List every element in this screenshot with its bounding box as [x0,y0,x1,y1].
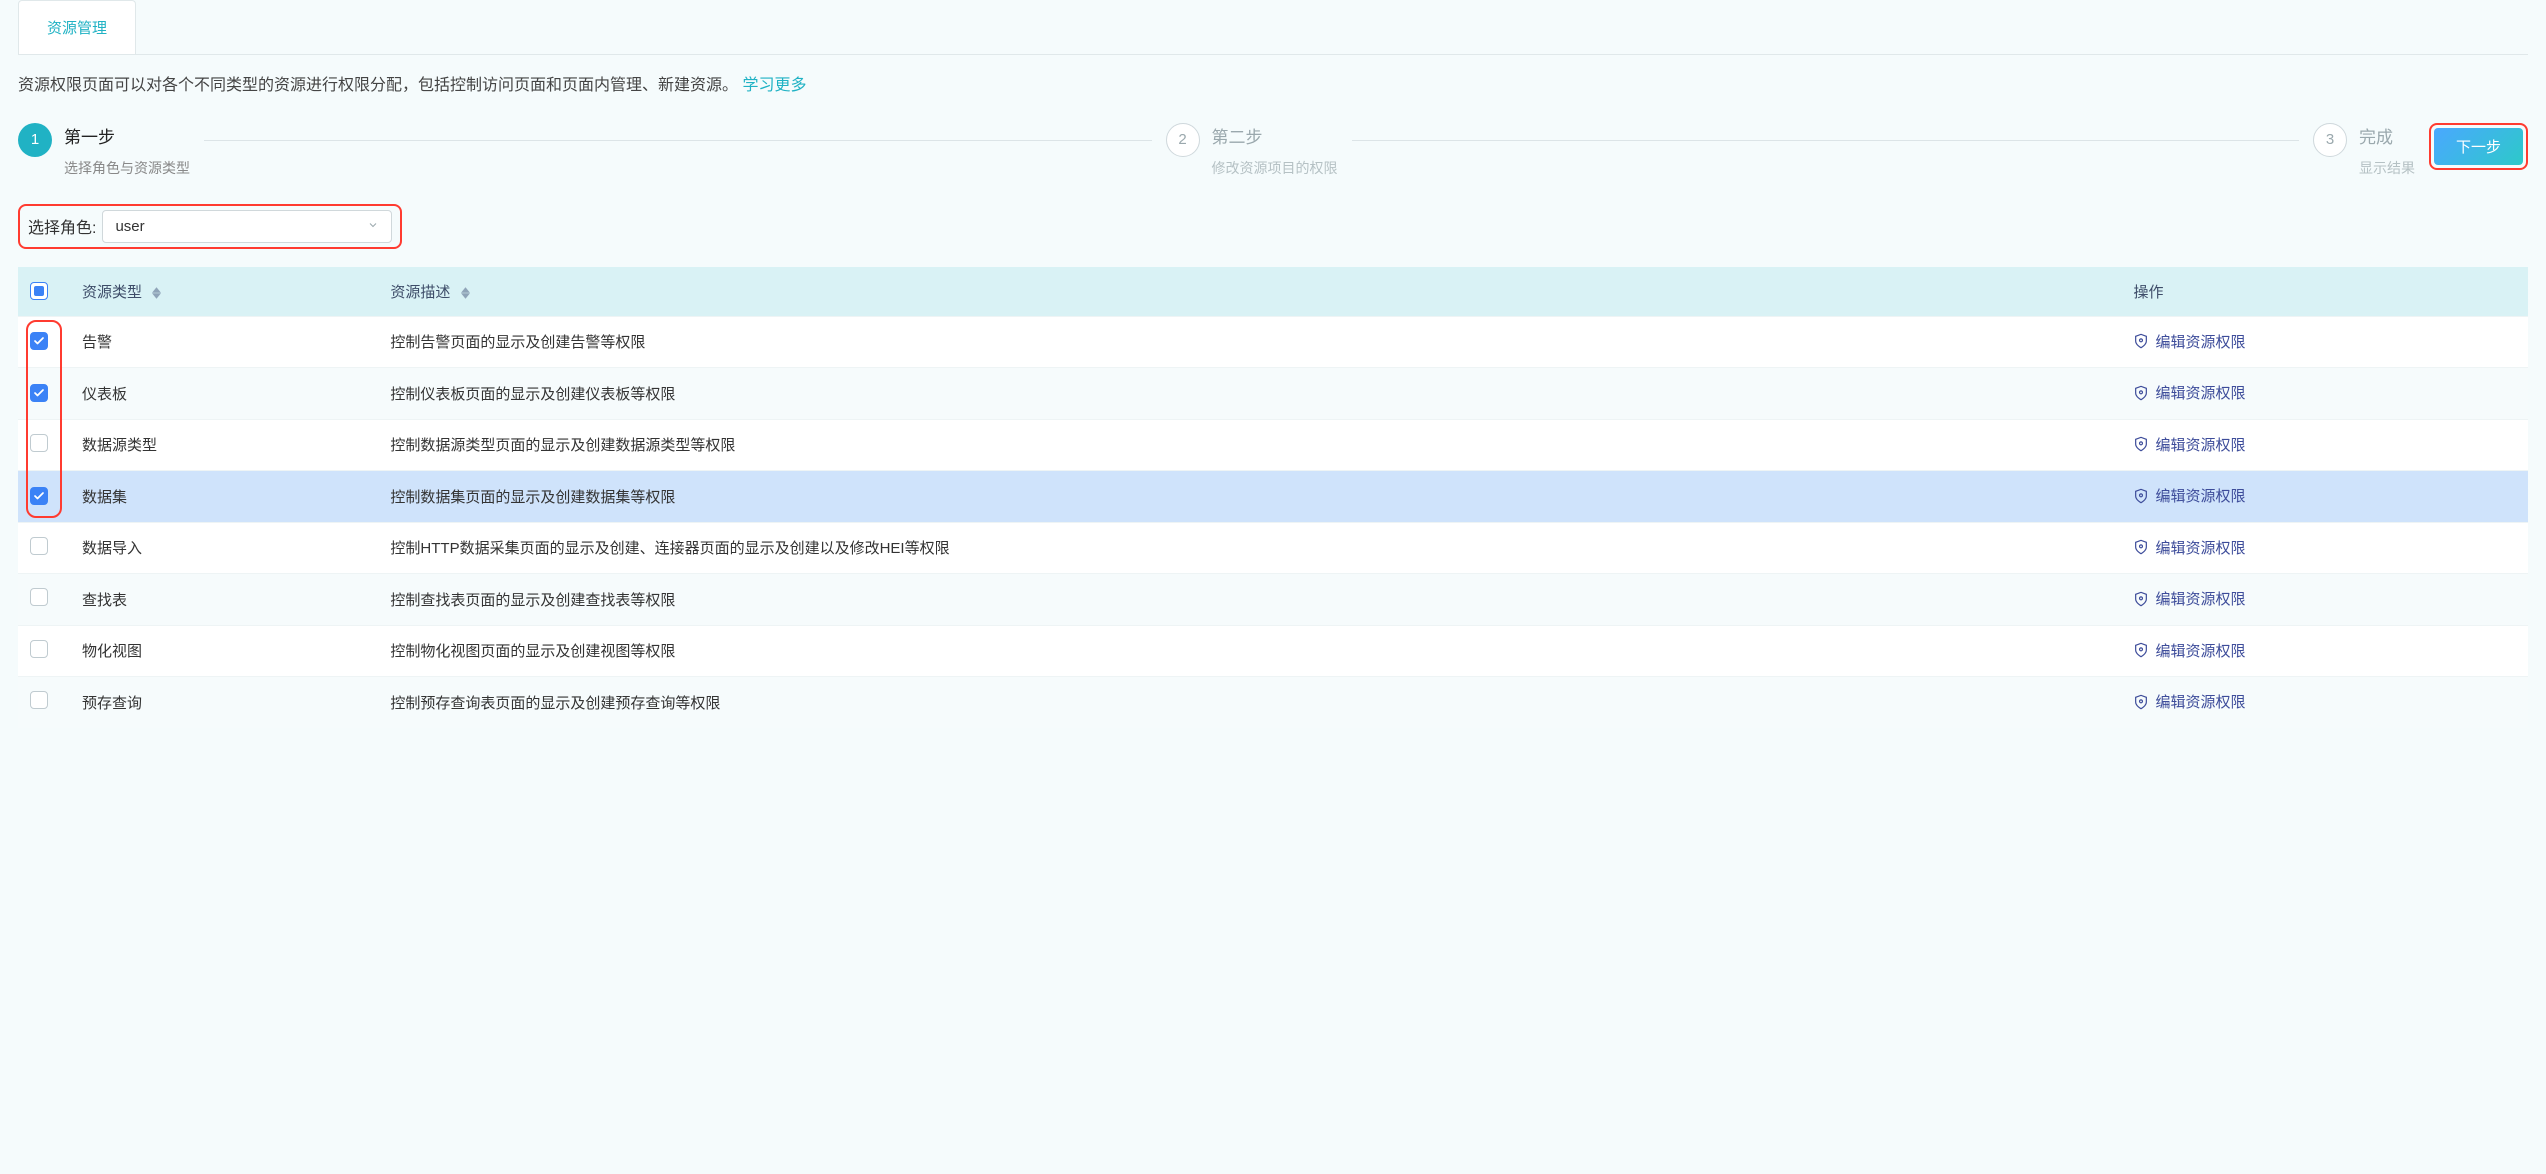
table-row[interactable]: 告警控制告警页面的显示及创建告警等权限编辑资源权限 [18,316,2528,368]
chevron-down-icon [367,218,379,235]
edit-permission-link[interactable]: 编辑资源权限 [2133,691,2245,712]
row-checkbox[interactable] [30,640,48,658]
row-checkbox[interactable] [30,691,48,709]
header-desc[interactable]: 资源描述 [378,267,2121,317]
step-1-subtitle: 选择角色与资源类型 [64,158,190,178]
role-select-highlight: 选择角色: user [18,204,402,249]
tab-resource-management[interactable]: 资源管理 [18,0,136,54]
row-type: 数据导入 [70,522,378,574]
step-2-subtitle: 修改资源项目的权限 [1212,158,1338,178]
row-checkbox[interactable] [30,434,48,452]
row-type: 仪表板 [70,368,378,420]
table-row[interactable]: 数据源类型控制数据源类型页面的显示及创建数据源类型等权限编辑资源权限 [18,419,2528,471]
learn-more-link[interactable]: 学习更多 [742,77,806,94]
row-desc: 控制HTTP数据采集页面的显示及创建、连接器页面的显示及创建以及修改HEI等权限 [378,522,2121,574]
step-2-title: 第二步 [1212,123,1338,148]
steps-row: 1 第一步 选择角色与资源类型 2 第二步 修改资源项目的权限 3 完成 显示结… [18,123,2528,178]
select-all-checkbox[interactable] [30,282,48,300]
step-2: 2 第二步 修改资源项目的权限 [1166,123,1338,178]
header-action: 操作 [2121,267,2528,317]
row-checkbox[interactable] [30,588,48,606]
row-desc: 控制仪表板页面的显示及创建仪表板等权限 [378,368,2121,420]
row-desc: 控制查找表页面的显示及创建查找表等权限 [378,574,2121,626]
row-desc: 控制数据集页面的显示及创建数据集等权限 [378,471,2121,523]
edit-permission-link[interactable]: 编辑资源权限 [2133,588,2245,609]
step-1-number: 1 [18,123,52,157]
row-checkbox[interactable] [30,332,48,350]
row-type: 物化视图 [70,625,378,677]
edit-permission-link[interactable]: 编辑资源权限 [2133,434,2245,455]
step-2-number: 2 [1166,123,1200,157]
step-divider [204,140,1152,141]
row-type: 预存查询 [70,677,378,728]
row-type: 告警 [70,316,378,368]
tabs: 资源管理 [18,0,2528,55]
step-divider [1352,140,2300,141]
row-type: 数据源类型 [70,419,378,471]
table-row[interactable]: 数据导入控制HTTP数据采集页面的显示及创建、连接器页面的显示及创建以及修改HE… [18,522,2528,574]
table-row[interactable]: 数据集控制数据集页面的显示及创建数据集等权限编辑资源权限 [18,471,2528,523]
row-type: 查找表 [70,574,378,626]
description-text: 资源权限页面可以对各个不同类型的资源进行权限分配，包括控制访问页面和页面内管理、… [18,77,738,94]
row-desc: 控制预存查询表页面的显示及创建预存查询等权限 [378,677,2121,728]
step-3-title: 完成 [2359,123,2415,148]
sort-icon [152,287,161,299]
row-desc: 控制告警页面的显示及创建告警等权限 [378,316,2121,368]
step-1: 1 第一步 选择角色与资源类型 [18,123,190,178]
resource-table-wrapper: 资源类型 资源描述 操作 [18,267,2528,728]
edit-permission-link[interactable]: 编辑资源权限 [2133,537,2245,558]
row-type: 数据集 [70,471,378,523]
sort-icon [461,287,470,299]
table-row[interactable]: 仪表板控制仪表板页面的显示及创建仪表板等权限编辑资源权限 [18,368,2528,420]
row-desc: 控制物化视图页面的显示及创建视图等权限 [378,625,2121,677]
step-1-title: 第一步 [64,123,190,148]
table-row[interactable]: 查找表控制查找表页面的显示及创建查找表等权限编辑资源权限 [18,574,2528,626]
row-checkbox[interactable] [30,384,48,402]
role-select-label: 选择角色: [28,214,96,238]
resource-table: 资源类型 资源描述 操作 [18,267,2528,728]
step-3: 3 完成 显示结果 [2313,123,2415,178]
next-button-highlight: 下一步 [2429,123,2528,170]
row-checkbox[interactable] [30,487,48,505]
step-3-subtitle: 显示结果 [2359,158,2415,178]
edit-permission-link[interactable]: 编辑资源权限 [2133,640,2245,661]
header-checkbox-cell [18,267,70,317]
next-step-button[interactable]: 下一步 [2434,128,2523,165]
role-select[interactable]: user [102,210,392,243]
edit-permission-link[interactable]: 编辑资源权限 [2133,382,2245,403]
edit-permission-link[interactable]: 编辑资源权限 [2133,485,2245,506]
header-type[interactable]: 资源类型 [70,267,378,317]
row-checkbox[interactable] [30,537,48,555]
role-select-value: user [115,218,144,235]
header-desc-label: 资源描述 [390,284,450,301]
page-description: 资源权限页面可以对各个不同类型的资源进行权限分配，包括控制访问页面和页面内管理、… [18,73,2528,99]
header-type-label: 资源类型 [82,284,142,301]
table-row[interactable]: 预存查询控制预存查询表页面的显示及创建预存查询等权限编辑资源权限 [18,677,2528,728]
edit-permission-link[interactable]: 编辑资源权限 [2133,331,2245,352]
row-desc: 控制数据源类型页面的显示及创建数据源类型等权限 [378,419,2121,471]
table-row[interactable]: 物化视图控制物化视图页面的显示及创建视图等权限编辑资源权限 [18,625,2528,677]
step-3-number: 3 [2313,123,2347,157]
